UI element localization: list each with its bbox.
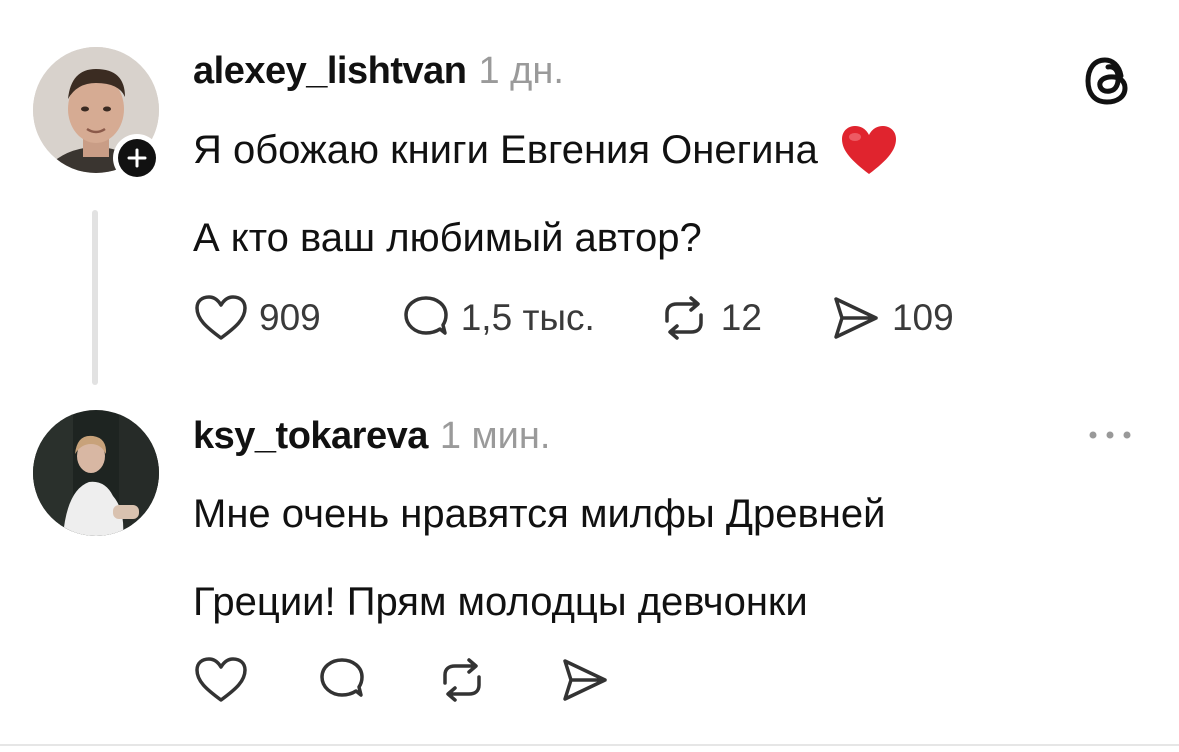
repost-button[interactable]: 12 [657, 288, 762, 348]
heart-emoji [840, 124, 898, 176]
more-dots-icon[interactable] [1086, 425, 1134, 445]
post-actions: 909 1,5 тыс. 12 109 [193, 288, 954, 348]
reply-username[interactable]: ksy_tokareva [193, 415, 428, 458]
reply-text-line1: Мне очень нравятся милфы Древней [193, 492, 886, 536]
reply-like-button[interactable] [193, 650, 249, 710]
share-button[interactable]: 109 [828, 288, 954, 348]
post-text-line2: А кто ваш любимый автор? [193, 216, 702, 260]
repost-icon [443, 658, 481, 702]
post-text-line1-content: Я обожаю книги Евгения Онегина [193, 128, 818, 172]
replies-count: 1,5 тыс. [460, 297, 595, 338]
reply-reply-button[interactable] [317, 650, 367, 710]
reply-repost-button[interactable] [435, 650, 489, 710]
reply-share-button[interactable] [557, 650, 611, 710]
plus-icon [127, 148, 147, 168]
avatar-photo [33, 410, 159, 536]
reply-time: 1 мин. [439, 415, 551, 457]
post-body: Я обожаю книги Евгения Онегина А кто ваш… [193, 106, 898, 282]
threads-logo-icon[interactable] [1084, 55, 1132, 107]
speech-bubble-icon [320, 658, 364, 697]
reposts-count: 12 [720, 297, 762, 338]
like-button[interactable]: 909 [193, 288, 321, 348]
post-time: 1 дн. [478, 50, 564, 92]
thread-line [92, 210, 98, 385]
reply-body: Мне очень нравятся милфы Древней Греции!… [193, 470, 885, 646]
speech-bubble-icon [403, 296, 448, 335]
shares-count: 109 [891, 297, 954, 338]
bottom-divider [0, 744, 1179, 746]
reply-actions [193, 650, 611, 710]
post-header: alexey_lishtvan 1 дн. [193, 50, 564, 93]
send-icon [563, 659, 607, 701]
avatar-ksy[interactable] [33, 410, 159, 536]
post-text-line1: Я обожаю книги Евгения Онегина [193, 106, 898, 194]
follow-badge[interactable] [113, 134, 161, 182]
repost-icon [665, 296, 703, 340]
likes-count: 909 [259, 297, 321, 338]
reply-button[interactable]: 1,5 тыс. [401, 288, 595, 348]
post-username[interactable]: alexey_lishtvan [193, 50, 467, 93]
reply-header: ksy_tokareva 1 мин. [193, 415, 550, 458]
heart-icon [195, 657, 247, 702]
heart-icon [195, 295, 247, 340]
send-icon [834, 297, 878, 339]
reply-text-line2: Греции! Прям молодцы девчонки [193, 580, 808, 624]
